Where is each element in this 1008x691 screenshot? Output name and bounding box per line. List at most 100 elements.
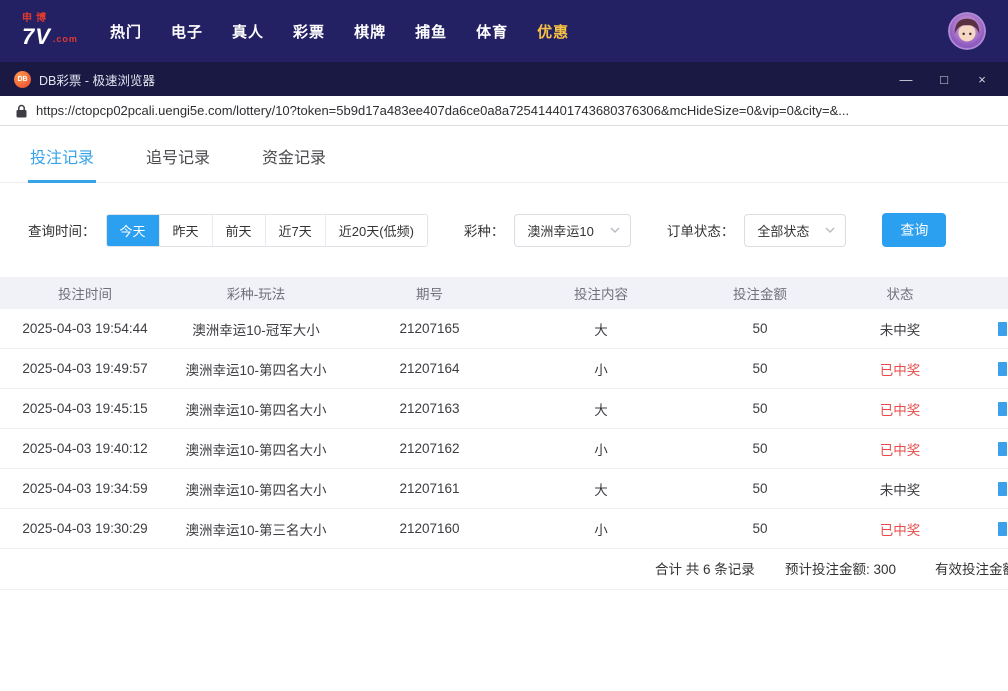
- time-option-daybefore[interactable]: 前天: [212, 215, 265, 246]
- header-status: 状态: [835, 283, 965, 303]
- cell-content: 小: [517, 439, 685, 459]
- cell-amount: 50: [685, 361, 835, 376]
- tab-fund-records[interactable]: 资金记录: [260, 138, 328, 182]
- site-topnav: 申博 7V.com 热门 电子 真人 彩票 棋牌 捕鱼 体育 优惠: [0, 0, 1008, 62]
- cell-status: 已中奖: [835, 359, 965, 379]
- cell-issue: 21207163: [342, 401, 517, 416]
- site-logo[interactable]: 申博 7V.com: [22, 14, 94, 48]
- order-status-value: 全部状态: [757, 221, 809, 240]
- query-button[interactable]: 查询: [882, 213, 946, 247]
- lottery-type-select[interactable]: 澳洲幸运10: [514, 214, 630, 247]
- logo-brand-top: 申博: [22, 14, 94, 24]
- url-text[interactable]: https://ctopcp02pcali.uengi5e.com/lotter…: [36, 103, 849, 118]
- time-option-today[interactable]: 今天: [107, 215, 159, 246]
- clipped-action-link[interactable]: [998, 402, 1007, 416]
- time-option-yesterday[interactable]: 昨天: [159, 215, 212, 246]
- logo-brand-main: 7V.com: [22, 26, 94, 48]
- summary-valid-amount: 有效投注金额: 300: [935, 549, 1008, 590]
- avatar-image: [948, 12, 986, 50]
- cell-status: 已中奖: [835, 439, 965, 459]
- cell-play-type: 澳洲幸运10-第四名大小: [170, 439, 342, 459]
- nav-item-egames[interactable]: 电子: [171, 21, 203, 42]
- table-row: 2025-04-03 19:34:59 澳洲幸运10-第四名大小 2120716…: [0, 469, 1008, 509]
- cell-amount: 50: [685, 521, 835, 536]
- time-option-20days[interactable]: 近20天(低频): [325, 215, 427, 246]
- cell-play-type: 澳洲幸运10-第三名大小: [170, 519, 342, 539]
- cell-bet-time: 2025-04-03 19:45:15: [0, 401, 170, 416]
- lock-icon: [16, 104, 27, 118]
- query-time-label: 查询时间：: [28, 220, 96, 240]
- cell-issue: 21207164: [342, 361, 517, 376]
- nav-item-fishing[interactable]: 捕鱼: [415, 21, 447, 42]
- filter-bar: 查询时间： 今天 昨天 前天 近7天 近20天(低频) 彩种： 澳洲幸运10 订…: [0, 213, 1008, 247]
- logo-brand-suffix: .com: [53, 34, 78, 44]
- tab-bet-records[interactable]: 投注记录: [28, 138, 96, 182]
- cell-bet-time: 2025-04-03 19:49:57: [0, 361, 170, 376]
- order-status-select[interactable]: 全部状态: [744, 214, 846, 247]
- clipped-action-link[interactable]: [998, 522, 1007, 536]
- nav-item-chess[interactable]: 棋牌: [354, 21, 386, 42]
- clipped-action-link[interactable]: [998, 322, 1007, 336]
- nav-item-hot[interactable]: 热门: [110, 21, 142, 42]
- cell-bet-time: 2025-04-03 19:54:44: [0, 321, 170, 336]
- table-row: 2025-04-03 19:30:29 澳洲幸运10-第三名大小 2120716…: [0, 509, 1008, 549]
- cell-issue: 21207161: [342, 481, 517, 496]
- close-button[interactable]: ×: [970, 68, 994, 90]
- chevron-down-icon: [825, 227, 835, 233]
- cell-status: 未中奖: [835, 479, 965, 499]
- window-controls: — □ ×: [894, 68, 994, 90]
- bet-records-table: 投注时间 彩种-玩法 期号 投注内容 投注金额 状态 2025-04-03 19…: [0, 277, 1008, 590]
- app-icon: DB: [14, 71, 31, 88]
- record-tabs: 投注记录 追号记录 资金记录: [0, 126, 1008, 183]
- clipped-action-link[interactable]: [998, 482, 1007, 496]
- cell-amount: 50: [685, 441, 835, 456]
- minimize-button[interactable]: —: [894, 68, 918, 90]
- cell-status: 已中奖: [835, 399, 965, 419]
- table-row: 2025-04-03 19:54:44 澳洲幸运10-冠军大小 21207165…: [0, 309, 1008, 349]
- clipped-action-link[interactable]: [998, 362, 1007, 376]
- cell-issue: 21207162: [342, 441, 517, 456]
- header-content: 投注内容: [517, 283, 685, 303]
- chevron-down-icon: [610, 227, 620, 233]
- cell-content: 小: [517, 519, 685, 539]
- cell-play-type: 澳洲幸运10-第四名大小: [170, 359, 342, 379]
- cell-issue: 21207165: [342, 321, 517, 336]
- cell-content: 大: [517, 319, 685, 339]
- table-row: 2025-04-03 19:45:15 澳洲幸运10-第四名大小 2120716…: [0, 389, 1008, 429]
- nav-item-promotions[interactable]: 优惠: [537, 21, 569, 42]
- time-option-7days[interactable]: 近7天: [265, 215, 325, 246]
- cell-bet-time: 2025-04-03 19:34:59: [0, 481, 170, 496]
- cell-content: 小: [517, 359, 685, 379]
- clipped-action-link[interactable]: [998, 442, 1007, 456]
- nav-item-lottery[interactable]: 彩票: [293, 21, 325, 42]
- cell-bet-time: 2025-04-03 19:30:29: [0, 521, 170, 536]
- browser-titlebar: DB DB彩票 - 极速浏览器 — □ ×: [0, 62, 1008, 96]
- cell-play-type: 澳洲幸运10-第四名大小: [170, 479, 342, 499]
- cell-amount: 50: [685, 481, 835, 496]
- nav-item-live[interactable]: 真人: [232, 21, 264, 42]
- table-summary-row: 合计 共 6 条记录 预计投注金额: 300 有效投注金额: 300: [0, 549, 1008, 590]
- header-play-type: 彩种-玩法: [170, 283, 342, 303]
- lottery-type-value: 澳洲幸运10: [527, 221, 593, 240]
- order-status-label: 订单状态：: [667, 220, 735, 240]
- cell-amount: 50: [685, 401, 835, 416]
- nav-item-sports[interactable]: 体育: [476, 21, 508, 42]
- cell-status: 已中奖: [835, 519, 965, 539]
- header-amount: 投注金额: [685, 283, 835, 303]
- maximize-button[interactable]: □: [932, 68, 956, 90]
- cell-issue: 21207160: [342, 521, 517, 536]
- cell-status: 未中奖: [835, 319, 965, 339]
- summary-expected-amount: 预计投注金额: 300: [785, 549, 896, 590]
- cell-play-type: 澳洲幸运10-冠军大小: [170, 319, 342, 339]
- url-bar[interactable]: https://ctopcp02pcali.uengi5e.com/lotter…: [0, 96, 1008, 126]
- user-avatar[interactable]: [948, 12, 986, 50]
- main-menu: 热门 电子 真人 彩票 棋牌 捕鱼 体育 优惠: [110, 21, 569, 42]
- summary-total-records: 合计 共 6 条记录: [655, 549, 755, 590]
- cell-bet-time: 2025-04-03 19:40:12: [0, 441, 170, 456]
- tab-chase-records[interactable]: 追号记录: [144, 138, 212, 182]
- time-range-segmented: 今天 昨天 前天 近7天 近20天(低频): [106, 214, 428, 247]
- header-issue: 期号: [342, 283, 517, 303]
- cell-play-type: 澳洲幸运10-第四名大小: [170, 399, 342, 419]
- window-title: DB彩票 - 极速浏览器: [39, 70, 155, 89]
- cell-content: 大: [517, 399, 685, 419]
